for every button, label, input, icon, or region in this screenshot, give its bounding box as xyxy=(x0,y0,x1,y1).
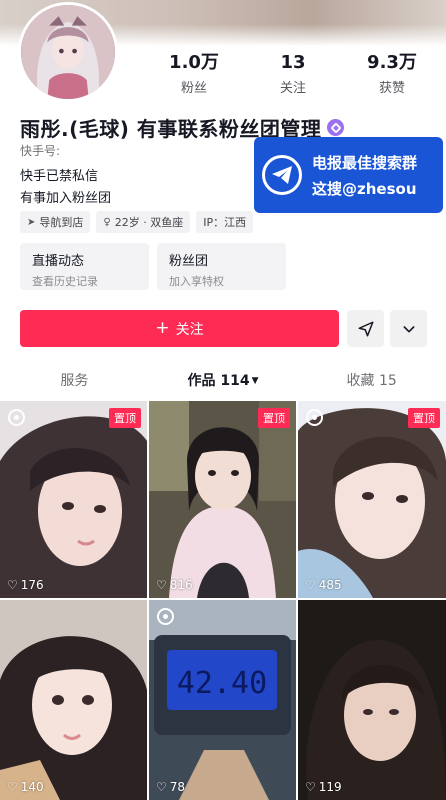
work-thumbnail[interactable]: ♡ 140 xyxy=(0,600,147,800)
work-thumbnail[interactable]: ♡ 119 xyxy=(298,600,446,800)
chevron-down-icon xyxy=(403,325,414,332)
tag-navigation[interactable]: ➤ 导航到店 xyxy=(20,211,91,233)
watermark-line: 这搜@zhesou xyxy=(312,179,417,198)
content-tabs: 服务 作品 114 ▼ 收藏 15 xyxy=(0,362,446,400)
navigation-icon: ➤ xyxy=(27,216,36,228)
like-count: ♡ 78 xyxy=(156,780,185,794)
like-count: ♡ 119 xyxy=(305,780,342,794)
live-photo-icon xyxy=(8,409,25,426)
follow-label: 关注 xyxy=(175,321,204,338)
card-title: 直播动态 xyxy=(32,254,85,269)
like-count: ♡ 485 xyxy=(305,578,342,592)
card-fan-club[interactable]: 粉丝团 加入享特权 xyxy=(157,243,286,290)
tag-age: ♀ 22岁 · 双鱼座 xyxy=(96,211,191,233)
telegram-icon xyxy=(262,155,302,195)
like-count-value: 140 xyxy=(20,780,44,794)
like-count: ♡ 816 xyxy=(156,578,193,592)
live-photo-icon xyxy=(157,608,174,625)
work-thumbnail[interactable]: 置顶 ♡ 816 xyxy=(149,401,296,598)
tag-ip: IP：江西 xyxy=(196,211,254,233)
heart-icon: ♡ xyxy=(305,578,316,592)
card-subtitle: 查看历史记录 xyxy=(32,275,98,288)
pinned-badge: 置顶 xyxy=(109,408,141,428)
tag-label: 22岁 · 双鱼座 xyxy=(114,216,184,229)
tab-favorites[interactable]: 收藏 15 xyxy=(297,362,446,400)
like-count-value: 816 xyxy=(169,578,193,592)
caret-down-icon: ▼ xyxy=(251,376,259,386)
works-grid: 置顶 ♡ 176 置顶 ♡ 816 置顶 ♡ 485 ♡ 140 42.40 ♡… xyxy=(0,401,446,800)
card-live-history[interactable]: 直播动态 查看历史记录 xyxy=(20,243,149,290)
pinned-badge: 置顶 xyxy=(408,408,440,428)
badge-icon[interactable] xyxy=(327,119,345,136)
stat-following[interactable]: 13 关注 xyxy=(247,52,339,96)
stat-likes[interactable]: 9.3万 获赞 xyxy=(346,52,438,96)
stat-label: 获赞 xyxy=(378,81,405,96)
tab-services[interactable]: 服务 xyxy=(0,362,149,400)
heart-icon: ♡ xyxy=(305,780,316,794)
stat-number: 9.3万 xyxy=(367,52,417,73)
like-count-value: 119 xyxy=(318,780,342,794)
stat-number: 13 xyxy=(280,52,306,73)
tab-label: 服务 xyxy=(60,373,89,389)
like-count: ♡ 140 xyxy=(7,780,44,794)
bio-line: 快手已禁私信 xyxy=(20,169,99,184)
bio-line: 有事加入粉丝团 xyxy=(20,191,112,206)
work-thumbnail[interactable]: 置顶 ♡ 485 xyxy=(298,401,446,598)
stat-label: 粉丝 xyxy=(180,81,207,96)
work-thumbnail[interactable]: 置顶 ♡ 176 xyxy=(0,401,147,598)
stat-followers[interactable]: 1.0万 粉丝 xyxy=(148,52,240,96)
share-button[interactable] xyxy=(347,310,384,347)
heart-icon: ♡ xyxy=(156,578,167,592)
profile-stats: 1.0万 粉丝 13 关注 9.3万 获赞 xyxy=(148,52,438,96)
watermark-banner: 电报最佳搜索群 这搜@zhesou xyxy=(254,137,443,213)
like-count-value: 176 xyxy=(20,578,44,592)
work-thumbnail[interactable]: 42.40 ♡ 78 xyxy=(149,600,296,800)
avatar[interactable] xyxy=(18,2,118,102)
plus-icon: + xyxy=(155,318,170,338)
kuaishou-id[interactable]: 快手号: xyxy=(20,142,60,159)
send-icon xyxy=(358,321,373,336)
tag-label: IP：江西 xyxy=(203,216,247,229)
heart-icon: ♡ xyxy=(156,780,167,794)
tag-label: 导航到店 xyxy=(39,216,84,229)
tab-label: 收藏 15 xyxy=(346,373,397,389)
follow-button[interactable]: + 关注 xyxy=(20,310,339,347)
svg-text:42.40: 42.40 xyxy=(177,666,267,701)
tab-label: 作品 114 xyxy=(187,373,250,389)
tab-works[interactable]: 作品 114 ▼ xyxy=(149,362,298,400)
gender-icon: ♀ xyxy=(103,216,111,228)
like-count-value: 78 xyxy=(169,780,186,794)
more-button[interactable] xyxy=(390,310,427,347)
heart-icon: ♡ xyxy=(7,578,18,592)
profile-tags: ➤ 导航到店 ♀ 22岁 · 双鱼座 IP：江西 xyxy=(20,211,254,233)
stat-label: 关注 xyxy=(279,81,306,96)
like-count-value: 485 xyxy=(318,578,342,592)
like-count: ♡ 176 xyxy=(7,578,44,592)
card-title: 粉丝团 xyxy=(169,254,209,269)
stat-number: 1.0万 xyxy=(169,52,219,73)
pinned-badge: 置顶 xyxy=(258,408,290,428)
live-photo-icon xyxy=(306,409,323,426)
profile-cards: 直播动态 查看历史记录 粉丝团 加入享特权 xyxy=(20,243,286,290)
heart-icon: ♡ xyxy=(7,780,18,794)
card-subtitle: 加入享特权 xyxy=(169,275,224,288)
watermark-line: 电报最佳搜索群 xyxy=(312,153,418,172)
